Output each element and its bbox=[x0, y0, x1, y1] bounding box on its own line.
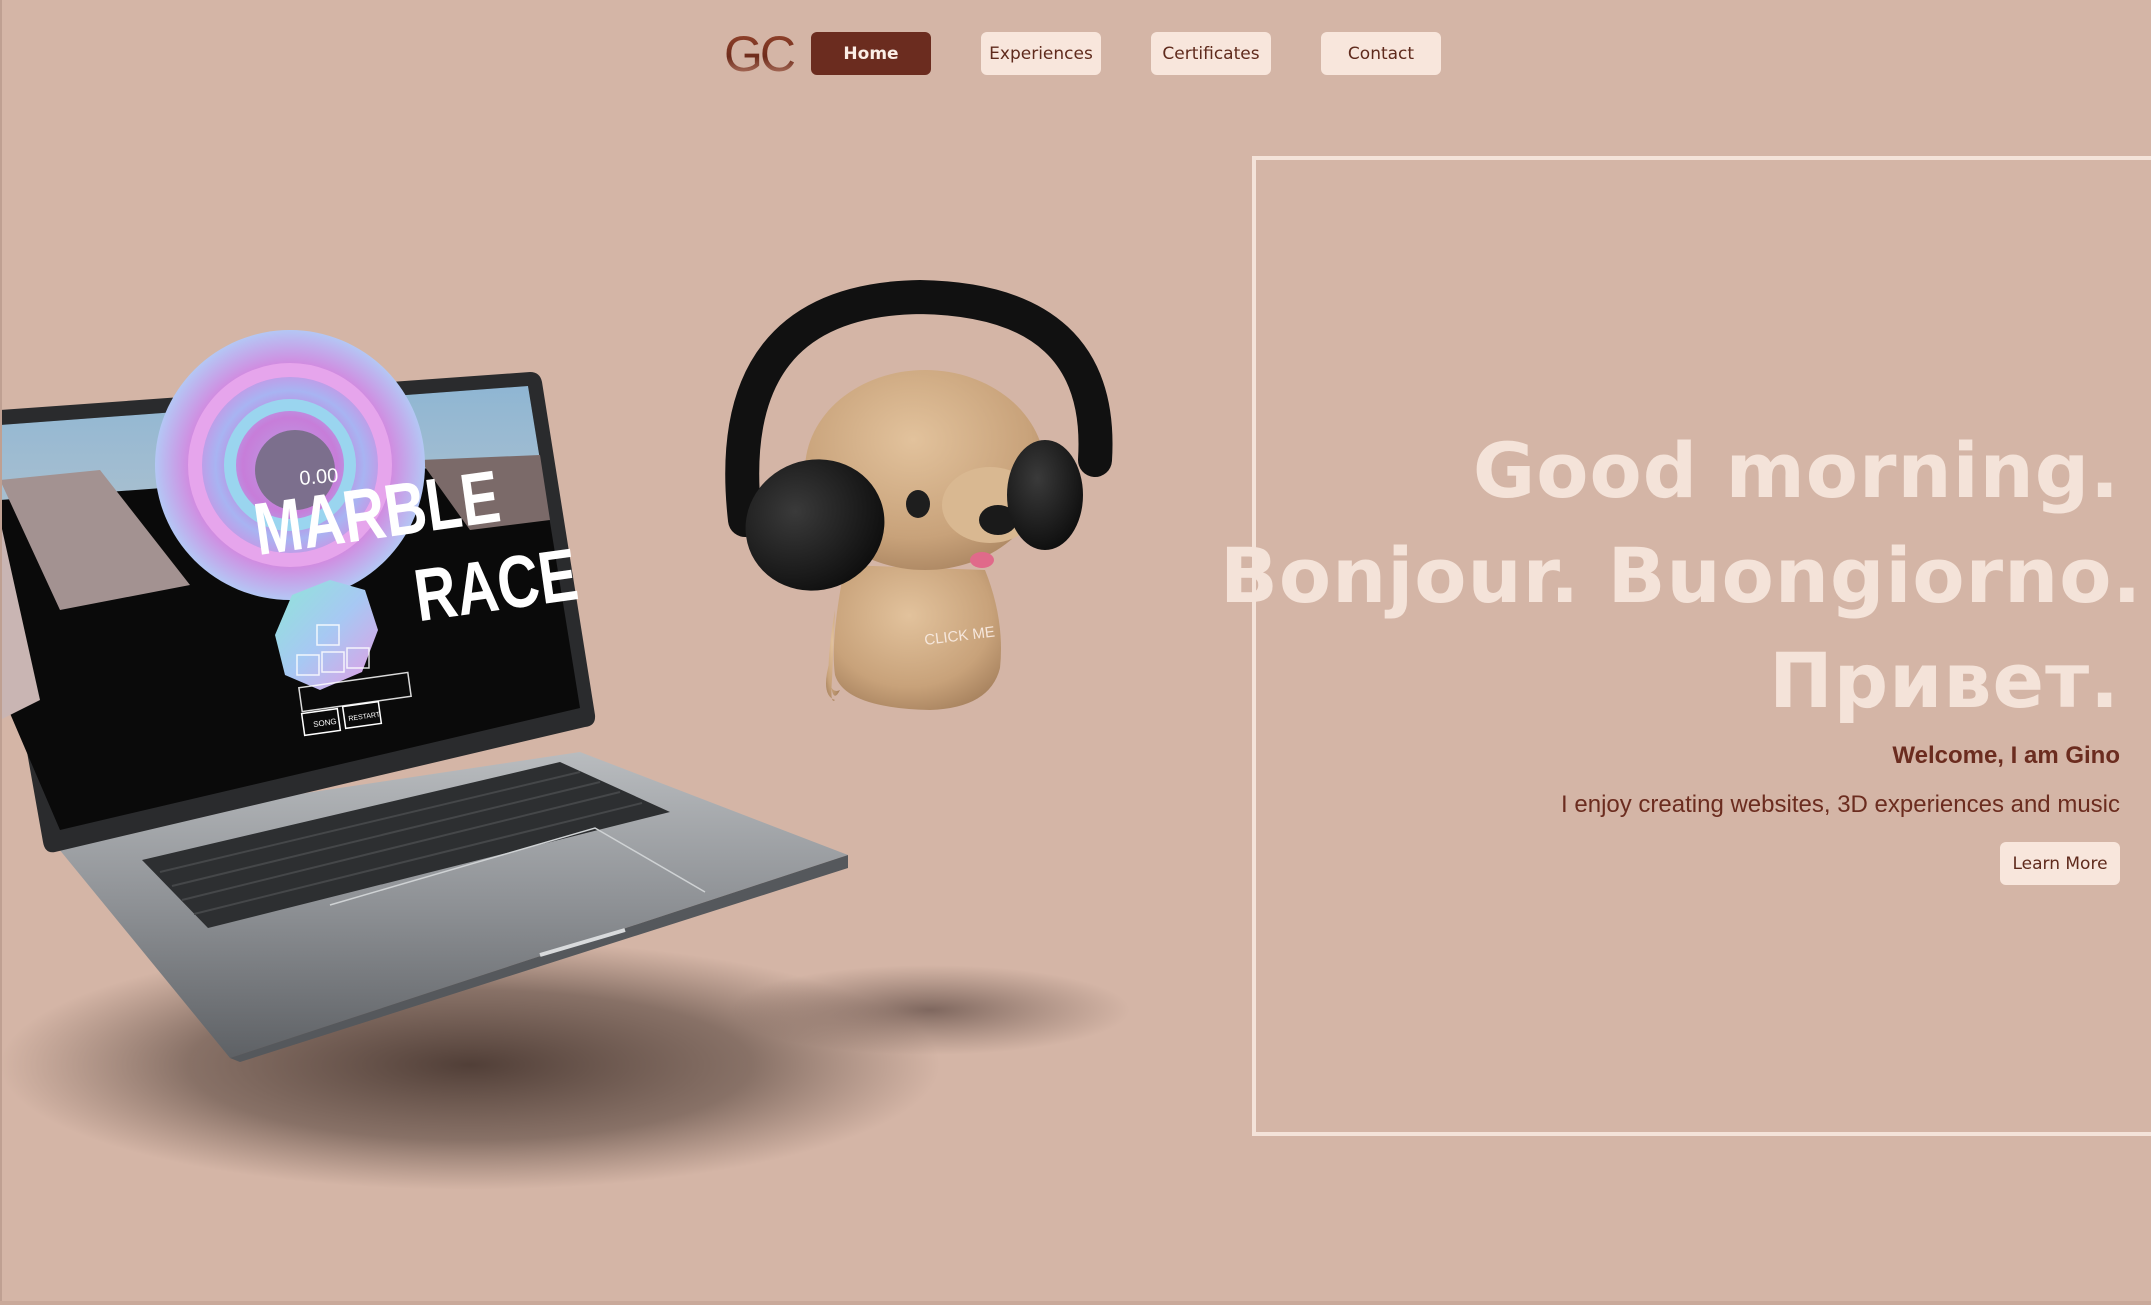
learn-more-button[interactable]: Learn More bbox=[2000, 842, 2120, 885]
mascot[interactable]: CLICK ME bbox=[725, 279, 1113, 710]
laptop[interactable]: 0.00 MARBLE RACE SONG RESTART bbox=[0, 330, 848, 1062]
greeting-line-1: Good morning. bbox=[1472, 426, 2120, 515]
left-edge bbox=[0, 0, 2, 1305]
3d-scene[interactable]: 0.00 MARBLE RACE SONG RESTART CLICK ME bbox=[0, 0, 1250, 1305]
headphones-right-cup bbox=[1007, 440, 1083, 550]
greeting-line-3: Привет. bbox=[1769, 636, 2120, 725]
greeting-line-2: Bonjour. Buongiorno. bbox=[1220, 531, 2143, 620]
bottom-strip bbox=[0, 1301, 2151, 1305]
mascot-eye bbox=[906, 490, 930, 518]
tagline: I enjoy creating websites, 3D experience… bbox=[1561, 791, 2120, 818]
nav-contact-button[interactable]: Contact bbox=[1321, 32, 1441, 75]
greeting: Good morning. Bonjour. Buongiorno. Приве… bbox=[1220, 418, 2143, 733]
welcome-heading: Welcome, I am Gino bbox=[1892, 742, 2120, 769]
mascot-tongue bbox=[970, 552, 994, 568]
mascot-shadow bbox=[730, 965, 1130, 1055]
